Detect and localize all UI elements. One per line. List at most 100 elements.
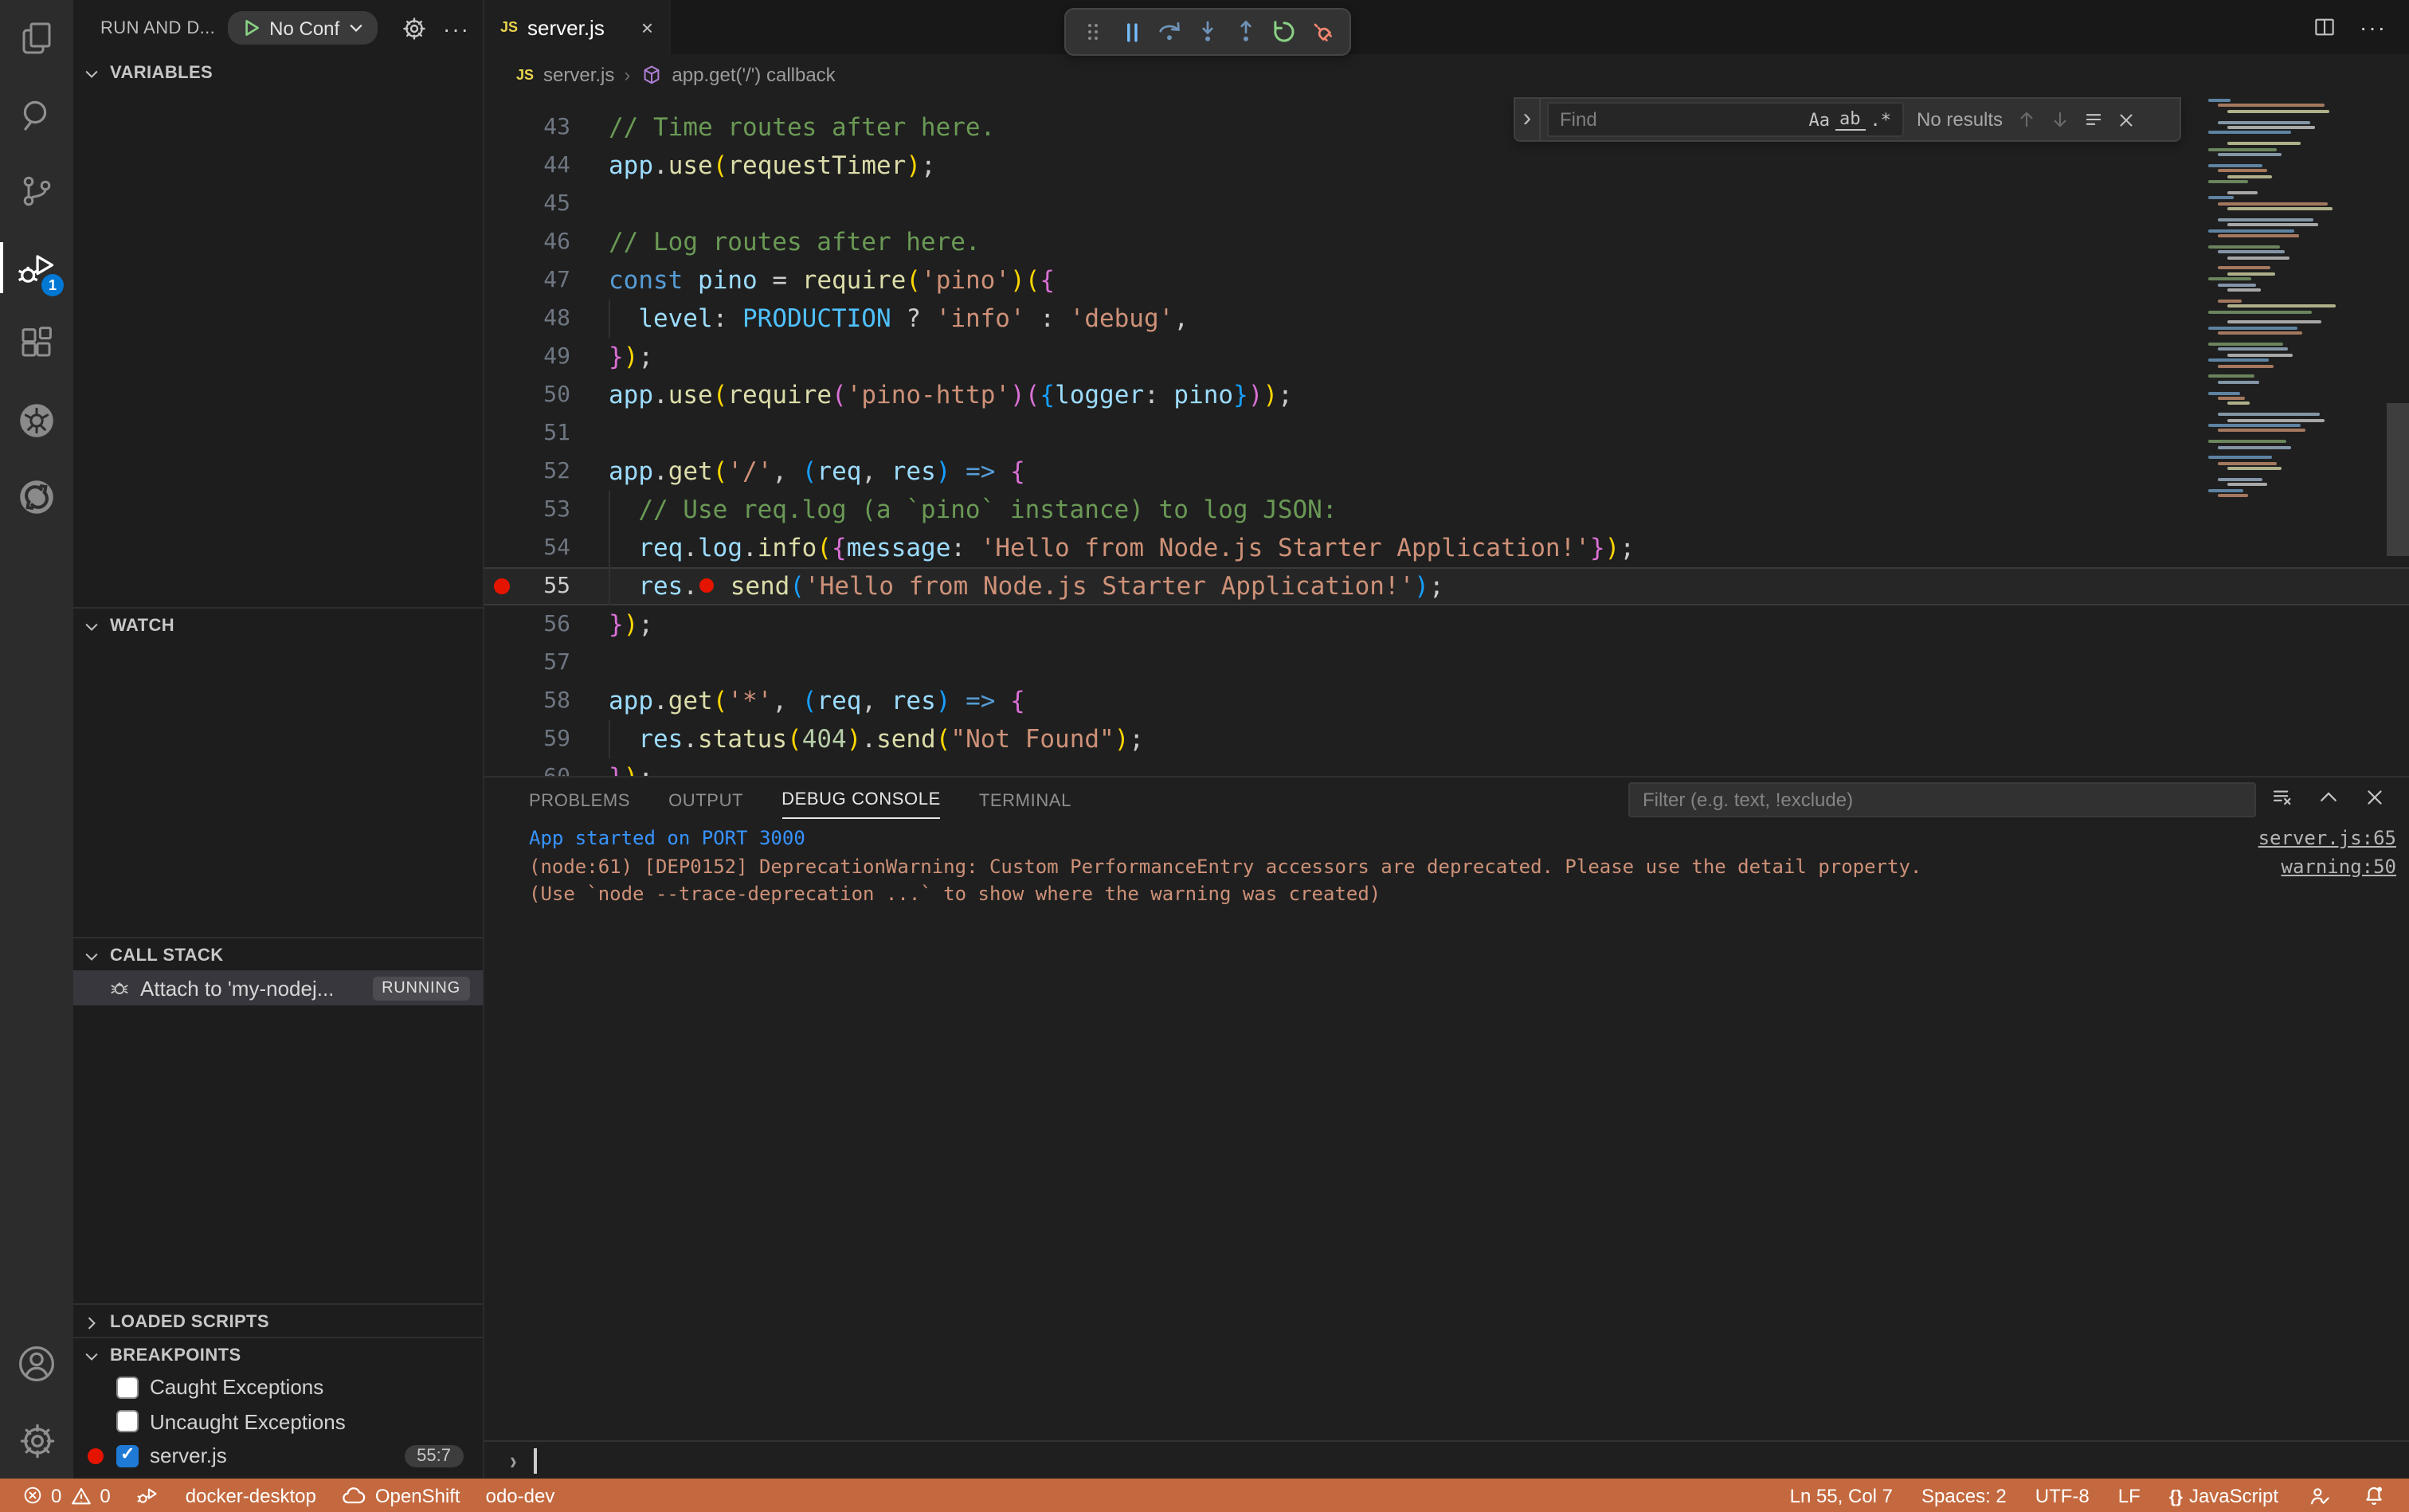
previous-match-icon[interactable]	[2015, 108, 2038, 131]
docker-context-status[interactable]: docker-desktop	[186, 1484, 316, 1506]
activity-explorer[interactable]	[0, 0, 73, 76]
code-line-47[interactable]: 47const pino = require('pino')({	[484, 261, 2409, 300]
minimap-line	[2227, 191, 2258, 194]
activity-source-control[interactable]	[0, 153, 73, 229]
debug-settings-gear-icon[interactable]	[402, 15, 427, 41]
maximize-panel-icon[interactable]	[2317, 785, 2340, 809]
breakpoint-checkbox[interactable]	[116, 1445, 139, 1467]
code-line-60[interactable]: 60});	[484, 758, 2409, 776]
breakpoint-checkbox[interactable]	[116, 1411, 139, 1433]
minimap-line	[2218, 169, 2267, 172]
breakpoint-item-server.js[interactable]: server.js55:7	[73, 1439, 483, 1473]
breakpoint-dot-icon[interactable]	[494, 578, 510, 594]
code-line-44[interactable]: 44app.use(requestTimer);	[484, 147, 2409, 185]
openshift-status[interactable]: OpenShift	[342, 1483, 460, 1508]
cursor-position-status[interactable]: Ln 55, Col 7	[1790, 1484, 1893, 1506]
code-line-59[interactable]: 59res.status(404).send("Not Found");	[484, 720, 2409, 758]
pause-icon[interactable]	[1117, 18, 1146, 46]
panel-tab-debug-console[interactable]: DEBUG CONSOLE	[781, 781, 941, 819]
close-panel-icon[interactable]	[2363, 785, 2387, 809]
clear-console-icon[interactable]	[2270, 785, 2294, 809]
debug-console-input-row[interactable]: ›	[484, 1440, 2409, 1479]
match-case-icon[interactable]: Aa	[1804, 109, 1835, 130]
debug-session-row[interactable]: Attach to 'my-nodej... RUNNING	[73, 970, 483, 1005]
feedback-icon[interactable]	[2307, 1483, 2333, 1508]
loaded-scripts-header[interactable]: LOADED SCRIPTS	[73, 1305, 483, 1337]
encoding-status[interactable]: UTF-8	[2035, 1484, 2090, 1506]
eol-status[interactable]: LF	[2118, 1484, 2141, 1506]
breakpoints-header[interactable]: BREAKPOINTS	[73, 1338, 483, 1370]
indentation-status[interactable]: Spaces: 2	[1921, 1484, 2007, 1506]
code-line-54[interactable]: 54req.log.info({message: 'Hello from Nod…	[484, 529, 2409, 567]
code-line-53[interactable]: 53// Use req.log (a `pino` instance) to …	[484, 491, 2409, 529]
restart-icon[interactable]	[1270, 18, 1299, 46]
activity-accounts[interactable]	[0, 1326, 73, 1402]
whole-word-icon[interactable]: ab	[1835, 108, 1866, 131]
code-line-50[interactable]: 50app.use(require('pino-http')({logger: …	[484, 376, 2409, 414]
language-status[interactable]: {}JavaScript	[2169, 1484, 2278, 1506]
bell-icon[interactable]	[2361, 1483, 2387, 1508]
code-line-52[interactable]: 52app.get('/', (req, res) => {	[484, 452, 2409, 491]
odo-dev-status[interactable]: odo-dev	[486, 1484, 555, 1506]
code-line-49[interactable]: 49});	[484, 338, 2409, 376]
panel-tab-problems[interactable]: PROBLEMS	[529, 781, 630, 818]
step-out-icon[interactable]	[1232, 18, 1260, 46]
problems-status[interactable]: 0 0	[22, 1484, 111, 1506]
code-line-46[interactable]: 46// Log routes after here.	[484, 223, 2409, 261]
tab-server-js[interactable]: JS server.js ×	[484, 0, 671, 54]
close-tab-icon[interactable]: ×	[641, 15, 653, 39]
console-source-link[interactable]: warning:50	[2250, 855, 2397, 877]
find-in-selection-icon[interactable]	[2082, 108, 2105, 131]
toolbar-drag-grip[interactable]	[1079, 18, 1107, 46]
minimap-line	[2218, 267, 2270, 270]
code-line-48[interactable]: 48level: PRODUCTION ? 'info' : 'debug',	[484, 300, 2409, 338]
activity-search[interactable]	[0, 76, 73, 153]
breakpoints-list: Caught ExceptionsUncaught Exceptionsserv…	[73, 1370, 483, 1473]
activity-openshift[interactable]	[0, 459, 73, 535]
minimap[interactable]	[2208, 96, 2340, 542]
find-collapse-chevron-icon[interactable]: ›	[1515, 99, 1541, 140]
code-line-57[interactable]: 57	[484, 644, 2409, 682]
activity-kubernetes[interactable]	[0, 382, 73, 459]
debug-start-status[interactable]	[136, 1483, 160, 1507]
breakpoint-item-caught-exceptions[interactable]: Caught Exceptions	[73, 1370, 483, 1404]
regex-icon[interactable]: .*	[1866, 109, 1897, 130]
activity-extensions[interactable]	[0, 306, 73, 382]
openshift-label: OpenShift	[375, 1484, 460, 1506]
code-line-45[interactable]: 45	[484, 185, 2409, 223]
code-line-58[interactable]: 58app.get('*', (req, res) => {	[484, 682, 2409, 720]
minimap-line	[2208, 245, 2280, 249]
code-editor[interactable]: 43// Time routes after here.44app.use(re…	[484, 96, 2409, 776]
breadcrumb-file[interactable]: server.js	[543, 64, 614, 86]
call-stack-header[interactable]: CALL STACK	[73, 938, 483, 970]
activity-settings[interactable]	[0, 1402, 73, 1479]
panel-tab-terminal[interactable]: TERMINAL	[979, 781, 1071, 818]
find-input[interactable]	[1560, 108, 1804, 131]
debug-config-dropdown[interactable]: No Conf	[228, 11, 378, 45]
step-over-icon[interactable]	[1155, 18, 1184, 46]
activity-run-and-debug[interactable]: 1	[0, 229, 73, 306]
inline-breakpoint-icon[interactable]	[699, 578, 714, 592]
variables-header[interactable]: VARIABLES	[73, 56, 483, 88]
breakpoint-item-uncaught-exceptions[interactable]: Uncaught Exceptions	[73, 1404, 483, 1439]
next-match-icon[interactable]	[2049, 108, 2071, 131]
split-editor-icon[interactable]	[2312, 14, 2337, 40]
breakpoint-location-badge: 55:7	[404, 1445, 464, 1467]
editor-scrollbar-thumb[interactable]	[2387, 403, 2409, 556]
breakpoint-gutter[interactable]	[484, 578, 519, 594]
step-into-icon[interactable]	[1193, 18, 1222, 46]
console-filter-input[interactable]	[1630, 789, 2254, 811]
more-actions-icon[interactable]: ···	[2360, 14, 2387, 40]
watch-header[interactable]: WATCH	[73, 609, 483, 640]
panel-tab-output[interactable]: OUTPUT	[668, 781, 743, 818]
console-source-link[interactable]: server.js:65	[2227, 827, 2396, 849]
disconnect-icon[interactable]	[1308, 18, 1337, 46]
bug-icon	[108, 977, 131, 999]
close-find-icon[interactable]	[2116, 109, 2137, 130]
more-actions-icon[interactable]: ···	[443, 15, 470, 41]
code-line-55[interactable]: 55res. send('Hello from Node.js Starter …	[484, 567, 2409, 605]
code-line-56[interactable]: 56});	[484, 605, 2409, 644]
code-line-51[interactable]: 51	[484, 414, 2409, 452]
breadcrumb-symbol[interactable]: app.get('/') callback	[672, 64, 835, 86]
breakpoint-checkbox[interactable]	[116, 1377, 139, 1399]
